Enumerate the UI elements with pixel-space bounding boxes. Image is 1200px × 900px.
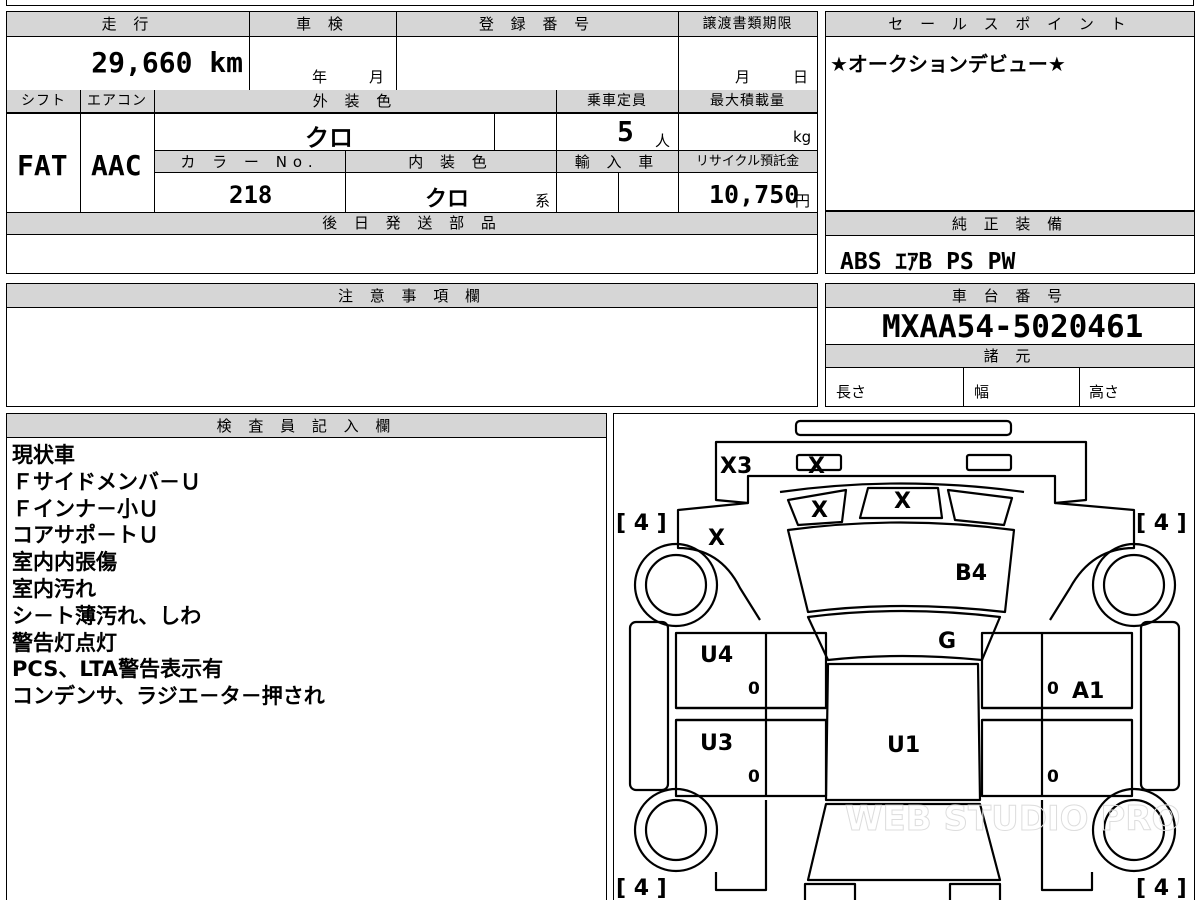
windshield-right <box>946 488 1014 527</box>
tire-rear-left: [ 4 ] <box>616 876 667 900</box>
mark-x-windshield-left: X <box>811 498 828 523</box>
tire-rear-right: [ 4 ] <box>1136 876 1187 900</box>
mark-x3: X3 <box>720 454 752 479</box>
right-side-skirt <box>1139 620 1181 792</box>
mark-b4: B4 <box>955 561 987 586</box>
front-right-wheel <box>1091 542 1177 628</box>
rear-left-wheel <box>633 787 719 873</box>
front-left-wheel <box>633 542 719 628</box>
mark-g: G <box>938 629 956 654</box>
rear-bumper-right <box>948 882 1002 900</box>
right-front-fender <box>1049 501 1136 621</box>
mark-zero: 0 <box>1047 767 1059 787</box>
mark-u1: U1 <box>887 733 920 758</box>
front-bumper <box>794 419 1013 437</box>
mark-x-windshield-center: X <box>894 489 911 514</box>
left-side-skirt <box>628 620 670 792</box>
right-headlight <box>965 453 1013 472</box>
windshield-glass <box>806 609 1002 662</box>
left-front-fender <box>676 501 761 621</box>
tire-front-left: [ 4 ] <box>616 511 667 536</box>
mark-x-fender: X <box>708 526 725 551</box>
mark-u4: U4 <box>700 643 733 668</box>
car-damage-diagram: WEB STUDIO PRO X3 X X X X B4 G U4 U3 U1 … <box>616 419 1187 900</box>
mark-zero: 0 <box>748 767 760 787</box>
mark-u3: U3 <box>700 731 733 756</box>
mark-a1: A1 <box>1072 679 1104 704</box>
mark-x-headlight: X <box>808 454 825 479</box>
mark-zero: 0 <box>748 679 760 699</box>
left-rear-fender <box>714 800 768 892</box>
tire-front-right: [ 4 ] <box>1136 511 1187 536</box>
roof <box>824 662 982 802</box>
mark-zero: 0 <box>1047 679 1059 699</box>
watermark: WEB STUDIO PRO <box>845 799 1180 839</box>
rear-bumper-left <box>803 882 857 900</box>
